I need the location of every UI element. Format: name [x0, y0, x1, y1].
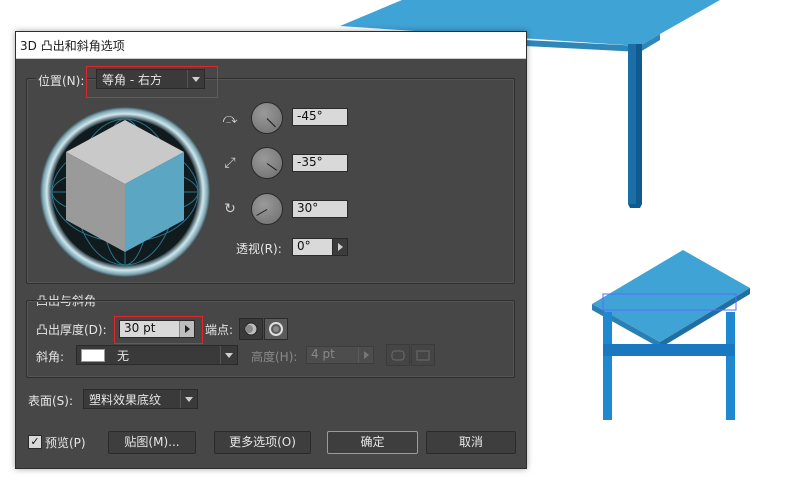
preview-checkbox[interactable]: ✓	[28, 435, 42, 449]
small-table-leg-left	[603, 312, 612, 420]
z-rotation-field[interactable]: 30°	[292, 200, 348, 218]
bevel-in-button	[411, 344, 435, 366]
bevel-in-icon	[416, 350, 430, 361]
z-axis-rotate-icon: ↻	[224, 201, 236, 217]
perspective-label: 透视(R):	[236, 242, 282, 256]
cap-on-icon	[244, 322, 258, 336]
height-label: 高度(H):	[251, 350, 298, 364]
small-table-crossbar	[603, 344, 735, 356]
bevel-dropdown[interactable]: 无	[76, 345, 238, 365]
y-axis-rotate-icon: ⤢	[224, 155, 236, 171]
preview-label: 预览(P)	[45, 436, 86, 450]
rotation-trackball[interactable]	[38, 106, 212, 278]
extrude-depth-label: 凸出厚度(D):	[36, 323, 107, 337]
bevel-out-button	[386, 344, 410, 366]
cap-off-icon	[269, 322, 283, 336]
x-rotation-field[interactable]: -45°	[292, 108, 348, 126]
cap-off-button[interactable]	[264, 318, 288, 340]
surface-dropdown[interactable]: 塑料效果底纹	[83, 389, 198, 409]
more-options-button[interactable]: 更多选项(O)	[214, 431, 311, 454]
position-highlight	[86, 66, 218, 98]
perspective-slider-button[interactable]	[332, 238, 348, 256]
large-table-leg-shade	[636, 44, 642, 204]
large-table-leg-foot	[628, 204, 642, 208]
bevel-out-icon	[391, 350, 405, 361]
z-rotation-dial[interactable]	[251, 193, 283, 225]
cancel-button[interactable]: 取消	[426, 431, 516, 454]
extrude-depth-highlight	[114, 316, 203, 344]
small-table-leg-right	[726, 312, 735, 420]
height-field: 4 pt	[306, 346, 374, 364]
surface-label: 表面(S):	[28, 394, 74, 408]
ok-button[interactable]: 确定	[327, 431, 418, 454]
x-axis-rotate-icon: ⤼	[222, 111, 238, 127]
stepper-arrow-icon	[358, 347, 373, 363]
y-rotation-field[interactable]: -35°	[292, 154, 348, 172]
cap-label: 端点:	[205, 323, 234, 337]
x-rotation-dial[interactable]	[251, 102, 283, 134]
perspective-field[interactable]: 0°	[292, 238, 334, 256]
y-rotation-dial[interactable]	[251, 147, 283, 179]
cap-on-button[interactable]	[239, 318, 263, 340]
extrude-bevel-dialog: 3D 凸出和斜角选项 位置(N): 等角 - 右方 ⤼ -45° ⤢ -35° …	[15, 31, 527, 469]
map-button[interactable]: 贴图(M)...	[108, 431, 196, 454]
bevel-label: 斜角:	[36, 350, 65, 364]
dialog-title: 3D 凸出和斜角选项	[20, 39, 125, 53]
dialog-titlebar[interactable]: 3D 凸出和斜角选项	[16, 32, 526, 59]
dropdown-arrow-icon	[220, 346, 237, 364]
position-label: 位置(N):	[36, 72, 87, 89]
dropdown-arrow-icon	[180, 390, 197, 408]
bevel-swatch	[81, 349, 105, 362]
